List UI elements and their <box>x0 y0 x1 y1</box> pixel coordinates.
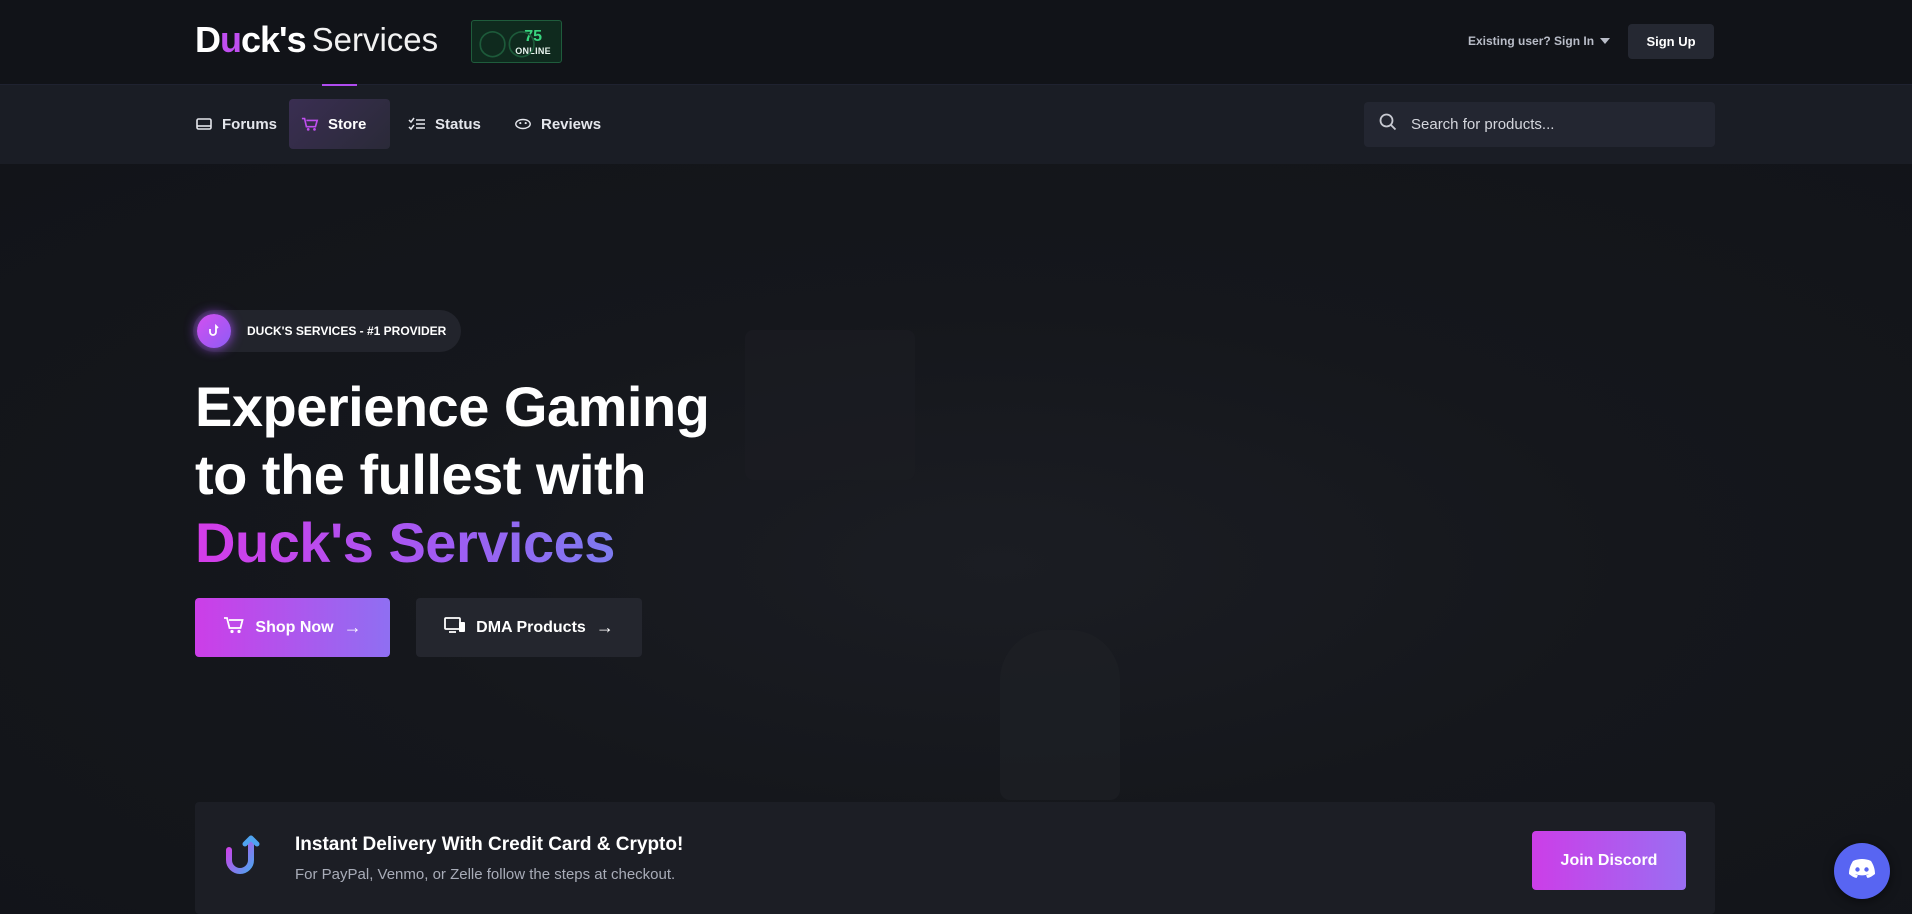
devices-icon <box>444 617 466 638</box>
nav-item-label: Status <box>435 115 481 133</box>
arrow-right-icon: → <box>343 617 362 637</box>
promo-title: Instant Delivery With Credit Card & Cryp… <box>295 834 684 855</box>
dma-products-button[interactable]: DMA Products → <box>416 598 642 657</box>
logo-subtitle: Services <box>311 21 439 58</box>
headline-line-1: Experience Gaming <box>195 375 710 438</box>
promo-subtitle: For PayPal, Venmo, or Zelle follow the s… <box>295 866 676 883</box>
nav-item-label: Store <box>328 115 367 133</box>
reviews-icon <box>514 117 532 131</box>
online-users-widget: ◯◯ 75 ONLINE <box>471 20 562 63</box>
search-icon <box>1379 113 1397 136</box>
nav-item-label: Reviews <box>541 115 602 133</box>
search-input[interactable] <box>1411 116 1691 133</box>
headline-line-2: to the fullest with <box>195 443 646 506</box>
hero-background-figure <box>1000 630 1120 800</box>
nav-active-indicator <box>322 84 357 86</box>
discord-chat-button[interactable] <box>1834 843 1890 899</box>
site-logo[interactable]: Duck's Services <box>195 19 439 60</box>
headline-highlight: Duck's Services <box>195 511 615 574</box>
hero-headline: Experience Gaming to the fullest with Du… <box>195 373 755 577</box>
nav-item-reviews[interactable]: Reviews <box>502 99 613 149</box>
cart-icon <box>223 616 245 639</box>
shop-now-button[interactable]: Shop Now → <box>195 598 390 657</box>
top-header: Duck's Services ◯◯ 75 ONLINE Existing us… <box>0 0 1912 84</box>
hero-background-figure <box>745 330 915 480</box>
caret-down-icon <box>1600 38 1611 44</box>
nav-item-status[interactable]: Status <box>396 99 493 149</box>
join-discord-button[interactable]: Join Discord <box>1532 831 1686 890</box>
brand-hook-icon <box>221 834 267 880</box>
sign-up-button[interactable]: Sign Up <box>1628 24 1714 59</box>
forums-icon <box>195 117 213 131</box>
provider-badge: DUCK'S SERVICES - #1 PROVIDER <box>193 310 461 352</box>
badge-text: DUCK'S SERVICES - #1 PROVIDER <box>247 324 447 338</box>
product-search[interactable] <box>1364 102 1715 147</box>
sign-in-dropdown[interactable]: Existing user? Sign In <box>1468 34 1611 48</box>
dma-products-label: DMA Products <box>476 618 586 636</box>
sign-in-label: Existing user? Sign In <box>1468 34 1595 48</box>
shop-now-label: Shop Now <box>255 618 334 636</box>
logo-wordmark: Duck's <box>195 19 307 60</box>
arrow-right-icon: → <box>595 617 614 637</box>
users-icon: ◯◯ <box>478 27 537 57</box>
brand-hook-icon <box>197 314 231 348</box>
checklist-icon <box>408 117 426 131</box>
discord-icon <box>1847 858 1877 885</box>
nav-item-label: Forums <box>222 115 278 133</box>
delivery-promo-banner: Instant Delivery With Credit Card & Cryp… <box>195 802 1715 914</box>
nav-item-store[interactable]: Store <box>289 99 390 149</box>
cart-icon <box>301 117 319 131</box>
nav-item-forums[interactable]: Forums <box>183 99 289 149</box>
